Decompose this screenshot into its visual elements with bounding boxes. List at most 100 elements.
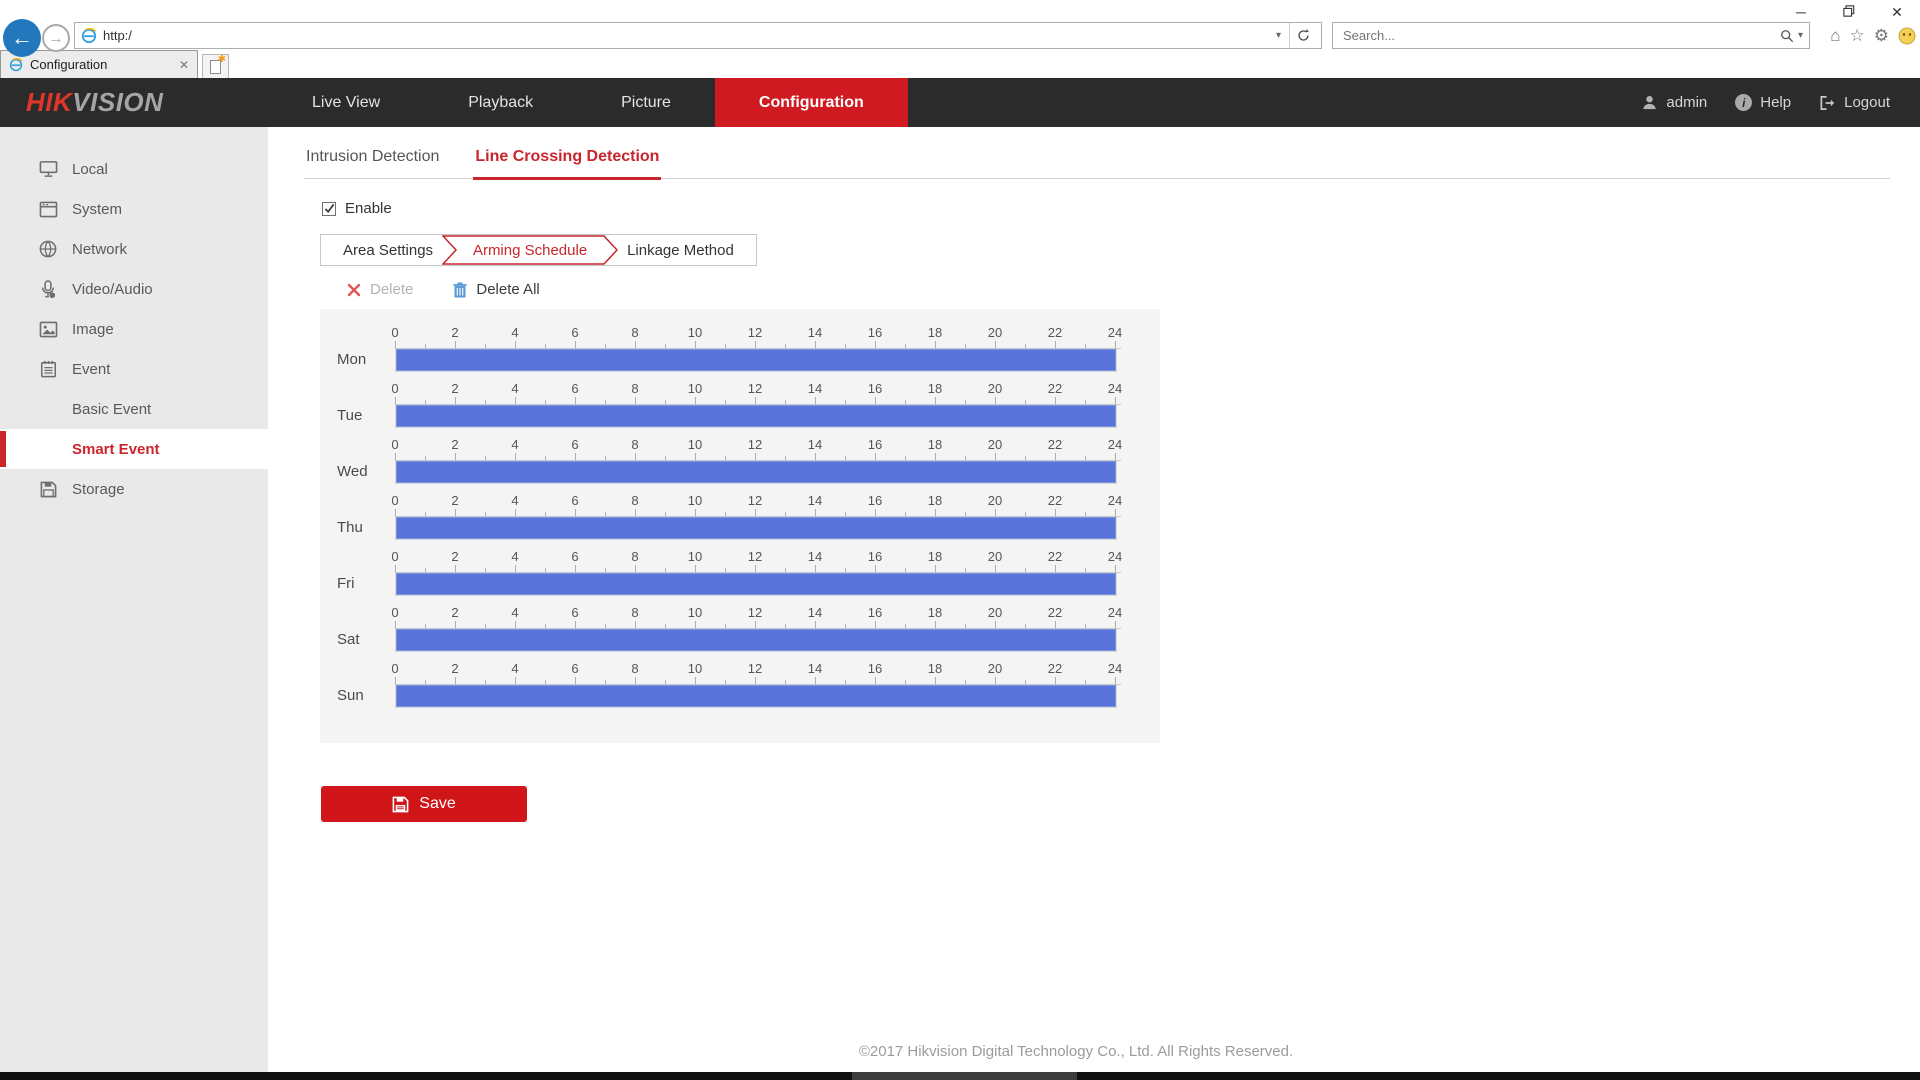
hour-tick-label: 18: [927, 493, 943, 508]
sidebar-item-event[interactable]: Event: [0, 349, 268, 389]
tick-mark: [845, 400, 846, 404]
tick-mark: [485, 344, 486, 348]
tab-intrusion-detection[interactable]: Intrusion Detection: [304, 140, 441, 178]
save-button[interactable]: Save: [321, 786, 527, 822]
tick-mark: [455, 397, 456, 404]
favorites-star-icon[interactable]: ☆: [1850, 26, 1865, 46]
hour-tick-label: 10: [687, 549, 703, 564]
schedule-track[interactable]: [395, 517, 1117, 540]
help-info-icon: i: [1735, 94, 1753, 111]
search-dropdown-icon[interactable]: ▾: [1798, 30, 1803, 41]
hour-tick-label: 12: [747, 549, 763, 564]
feedback-smiley-icon[interactable]: [1898, 27, 1916, 45]
browser-forward-button[interactable]: →: [42, 24, 70, 52]
nav-item-live-view[interactable]: Live View: [268, 78, 424, 127]
address-bar[interactable]: http:/ ▾: [74, 22, 1322, 49]
hour-tick-label: 14: [807, 437, 823, 452]
subtab-arming-schedule[interactable]: Arming Schedule: [442, 235, 619, 265]
schedule-bar-sat[interactable]: [396, 629, 1116, 651]
logout-button[interactable]: Logout: [1819, 94, 1890, 111]
subtab-area-settings[interactable]: Area Settings: [321, 235, 455, 265]
tick-mark: [1115, 397, 1116, 404]
browser-back-button[interactable]: ←: [3, 19, 41, 57]
search-input[interactable]: [1343, 28, 1780, 43]
help-button[interactable]: i Help: [1735, 94, 1791, 111]
event-notepad-icon: [38, 360, 58, 378]
tick-mark: [695, 341, 696, 348]
home-icon[interactable]: ⌂: [1830, 26, 1840, 46]
timeline: 0 2 4 6 8 10 12 14 16 18 20 22 24: [391, 661, 1122, 708]
tick-mark: [965, 568, 966, 572]
tick-mark: [485, 512, 486, 516]
tick-mark: [905, 680, 906, 684]
hour-tick-label: 24: [1107, 325, 1123, 340]
nav-item-picture[interactable]: Picture: [577, 78, 715, 127]
tick-mark: [665, 512, 666, 516]
delete-button[interactable]: Delete: [347, 281, 413, 298]
tick-mark: [935, 509, 936, 516]
tick-mark: [845, 456, 846, 460]
schedule-track[interactable]: [395, 461, 1117, 484]
schedule-bar-tue[interactable]: [396, 405, 1116, 427]
image-icon: [38, 321, 58, 338]
tick-mark: [455, 677, 456, 684]
hour-ruler: 0 2 4 6 8 10 12 14 16 18 20 22 24: [391, 661, 1122, 685]
sidebar-item-local[interactable]: Local: [0, 149, 268, 189]
hour-tick-label: 12: [747, 381, 763, 396]
tick-mark: [815, 677, 816, 684]
hour-tick-label: 12: [747, 605, 763, 620]
close-button[interactable]: ✕: [1888, 4, 1906, 21]
hour-tick-label: 14: [807, 381, 823, 396]
tick-mark: [965, 624, 966, 628]
hour-ruler: 0 2 4 6 8 10 12 14 16 18 20 22 24: [391, 605, 1122, 629]
sidebar-item-system[interactable]: System: [0, 189, 268, 229]
nav-item-playback[interactable]: Playback: [424, 78, 577, 127]
tick-mark: [1025, 568, 1026, 572]
tick-mark: [1115, 677, 1116, 684]
schedule-bar-mon[interactable]: [396, 349, 1116, 371]
search-icon[interactable]: [1780, 29, 1794, 43]
schedule-bar-thu[interactable]: [396, 517, 1116, 539]
hour-tick-label: 4: [511, 549, 519, 564]
subtab-linkage-method[interactable]: Linkage Method: [605, 235, 756, 265]
tick-mark: [875, 677, 876, 684]
sidebar-item-video-audio[interactable]: Video/Audio: [0, 269, 268, 309]
tick-mark: [995, 341, 996, 348]
sidebar-item-network[interactable]: Network: [0, 229, 268, 269]
day-label: Thu: [337, 519, 363, 536]
minimize-button[interactable]: ─: [1792, 4, 1810, 21]
schedule-bar-wed[interactable]: [396, 461, 1116, 483]
schedule-bar-fri[interactable]: [396, 573, 1116, 595]
tick-mark: [935, 397, 936, 404]
tab-line-crossing-detection[interactable]: Line Crossing Detection: [473, 140, 662, 180]
copyright-text: ©2017 Hikvision Digital Technology Co., …: [858, 1043, 1294, 1060]
schedule-track[interactable]: [395, 573, 1117, 596]
sidebar-item-smart-event[interactable]: Smart Event: [0, 429, 268, 469]
settings-gear-icon[interactable]: ⚙: [1874, 26, 1889, 46]
sidebar-item-image[interactable]: Image: [0, 309, 268, 349]
tick-mark: [455, 341, 456, 348]
schedule-bar-sun[interactable]: [396, 685, 1116, 707]
schedule-track[interactable]: [395, 405, 1117, 428]
schedule-track[interactable]: [395, 685, 1117, 708]
search-box[interactable]: ▾: [1332, 22, 1810, 49]
nav-item-configuration[interactable]: Configuration: [714, 78, 908, 127]
schedule-track[interactable]: [395, 349, 1117, 372]
sidebar-item-basic-event[interactable]: Basic Event: [0, 389, 268, 429]
tick-mark: [815, 565, 816, 572]
refresh-button[interactable]: [1289, 23, 1317, 48]
restore-button[interactable]: [1840, 4, 1858, 21]
tick-mark: [1085, 512, 1086, 516]
tab-close-icon[interactable]: ✕: [179, 58, 189, 72]
address-dropdown-icon[interactable]: ▾: [1268, 30, 1289, 41]
enable-checkbox[interactable]: [322, 201, 336, 216]
new-tab-button[interactable]: ✱: [202, 54, 229, 78]
delete-all-button[interactable]: Delete All: [453, 281, 540, 298]
schedule-track[interactable]: [395, 629, 1117, 652]
tick-mark: [635, 453, 636, 460]
storage-floppy-icon: [38, 481, 58, 498]
sidebar-item-storage[interactable]: Storage: [0, 469, 268, 509]
user-menu[interactable]: admin: [1641, 94, 1707, 111]
tick-mark: [1025, 344, 1026, 348]
enable-row: Enable: [322, 200, 1920, 217]
